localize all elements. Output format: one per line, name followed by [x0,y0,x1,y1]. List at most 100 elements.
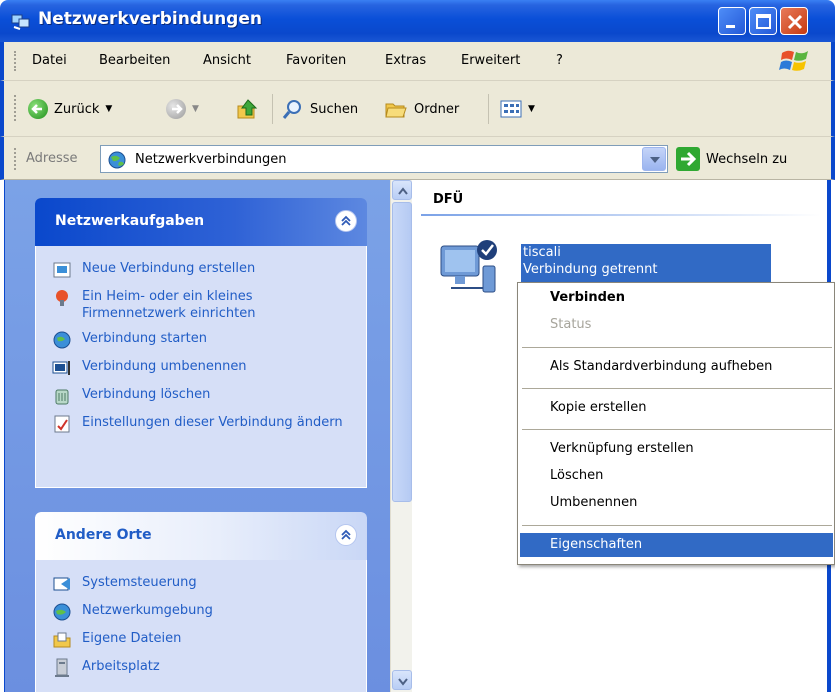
place-network-places[interactable]: Netzwerkumgebung [36,598,366,626]
scroll-up-arrow-icon [398,187,408,195]
menu-delete[interactable]: Löschen [520,464,833,488]
close-button[interactable] [780,7,808,35]
toolbar: Zurück ▼ ▼ Suchen Ordner ▼ [0,80,835,136]
menu-erweitert[interactable]: Erweitert [461,53,520,68]
network-tasks-title: Netzwerkaufgaben [55,213,205,229]
network-tasks-header[interactable]: Netzwerkaufgaben [35,198,367,246]
new-connection-icon [53,262,71,278]
folders-label: Ordner [414,101,460,117]
menu-grip[interactable] [14,51,17,71]
vertical-scrollbar[interactable] [390,180,412,692]
address-label: Adresse [26,151,78,166]
rename-icon [52,361,70,375]
menu-bearbeiten[interactable]: Bearbeiten [99,53,170,68]
folders-icon [385,103,407,118]
connection-name: tiscali [523,245,561,260]
home-network-icon [56,290,68,306]
other-places-list: Systemsteuerung Netzwerkumgebung Eigene … [35,560,367,692]
menu-create-shortcut[interactable]: Verknüpfung erstellen [520,437,833,461]
network-tasks-panel: Netzwerkaufgaben Neue Verbindung erstell… [35,198,367,488]
menu-remove-default[interactable]: Als Standardverbindung aufheben [520,355,833,379]
place-my-documents[interactable]: Eigene Dateien [36,626,366,654]
task-label: Ein Heim- oder ein kleines Firmennetzwer… [82,289,256,321]
toolbar-separator [488,94,489,124]
search-icon [282,100,301,119]
back-label: Zurück [54,101,100,117]
menu-rename[interactable]: Umbenennen [520,491,833,515]
menu-separator [522,429,832,430]
menu-properties[interactable]: Eigenschaften [520,533,833,557]
other-places-panel: Andere Orte Systemsteuerung Netzwerkumge… [35,512,367,692]
maximize-button[interactable] [749,7,777,35]
back-button[interactable]: Zurück ▼ [28,96,112,122]
my-documents-icon [53,632,71,648]
title-bar[interactable]: Netzwerkverbindungen [0,0,835,42]
task-new-connection[interactable]: Neue Verbindung erstellen [36,256,366,284]
other-places-header[interactable]: Andere Orte [35,512,367,560]
connect-icon [53,331,71,349]
go-button[interactable]: Wechseln zu [676,146,787,172]
menu-datei[interactable]: Datei [32,53,67,68]
forward-button[interactable]: ▼ [166,96,199,122]
minimize-icon [726,25,735,28]
menu-create-copy[interactable]: Kopie erstellen [520,396,833,420]
menu-status: Status [550,317,592,332]
views-button[interactable]: ▼ [500,96,535,122]
connection-label[interactable]: tiscali Verbindung getrennt [521,244,771,282]
task-rename-connection[interactable]: Verbindung umbenennen [36,354,366,382]
task-label: Verbindung löschen [82,387,211,402]
control-panel-icon [53,577,70,591]
minimize-button[interactable] [718,7,746,35]
scroll-thumb[interactable] [392,202,412,502]
address-dropdown-button[interactable] [642,147,666,171]
collapse-up-icon[interactable] [335,210,357,232]
menu-separator [522,388,832,389]
toolbar-separator [272,94,273,124]
forward-arrow-icon [166,99,186,119]
back-arrow-icon [28,99,48,119]
folders-button[interactable]: Ordner [384,96,459,122]
place-label: Netzwerkumgebung [82,603,213,618]
window-title: Netzwerkverbindungen [38,9,262,29]
scroll-down-button[interactable] [392,670,412,690]
menu-separator [522,347,832,348]
views-dropdown-icon[interactable]: ▼ [528,104,535,114]
collapse-up-icon[interactable] [335,524,357,546]
place-control-panel[interactable]: Systemsteuerung [36,570,366,598]
go-arrow-icon [676,147,700,171]
place-label: Eigene Dateien [82,631,182,646]
network-tasks-list: Neue Verbindung erstellen Ein Heim- oder… [35,246,367,488]
place-my-computer[interactable]: Arbeitsplatz [36,654,366,682]
address-field[interactable]: Netzwerkverbindungen [100,145,668,173]
delete-icon [55,389,69,405]
network-globe-icon [108,151,126,169]
group-header-dialup: DFÜ [433,192,464,207]
windows-logo-icon [779,50,808,71]
views-icon [500,100,522,118]
task-delete-connection[interactable]: Verbindung löschen [36,382,366,410]
toolbar-grip[interactable] [14,95,17,121]
up-folder-button[interactable] [236,96,260,122]
menu-favoriten[interactable]: Favoriten [286,53,346,68]
network-connections-icon [11,14,30,30]
address-grip[interactable] [14,148,17,170]
place-label: Systemsteuerung [82,575,197,590]
task-label: Einstellungen dieser Verbindung ändern [82,415,343,430]
forward-dropdown-icon[interactable]: ▼ [192,104,199,114]
menu-connect[interactable]: Verbinden [520,286,833,310]
scroll-up-button[interactable] [392,180,412,200]
menu-extras[interactable]: Extras [385,53,426,68]
dialup-connection-icon[interactable] [435,236,507,308]
back-dropdown-icon[interactable]: ▼ [105,104,112,114]
task-pane: Netzwerkaufgaben Neue Verbindung erstell… [4,180,390,692]
menu-help[interactable]: ? [556,53,563,68]
network-places-icon [53,603,71,621]
task-change-settings[interactable]: Einstellungen dieser Verbindung ändern [36,410,366,438]
task-label: Neue Verbindung erstellen [82,261,256,276]
close-icon [787,14,803,30]
menu-bar: Datei Bearbeiten Ansicht Favoriten Extra… [0,42,835,80]
search-button[interactable]: Suchen [282,96,358,122]
task-home-network[interactable]: Ein Heim- oder ein kleines Firmennetzwer… [36,284,366,326]
task-start-connection[interactable]: Verbindung starten [36,326,366,354]
menu-ansicht[interactable]: Ansicht [203,53,251,68]
